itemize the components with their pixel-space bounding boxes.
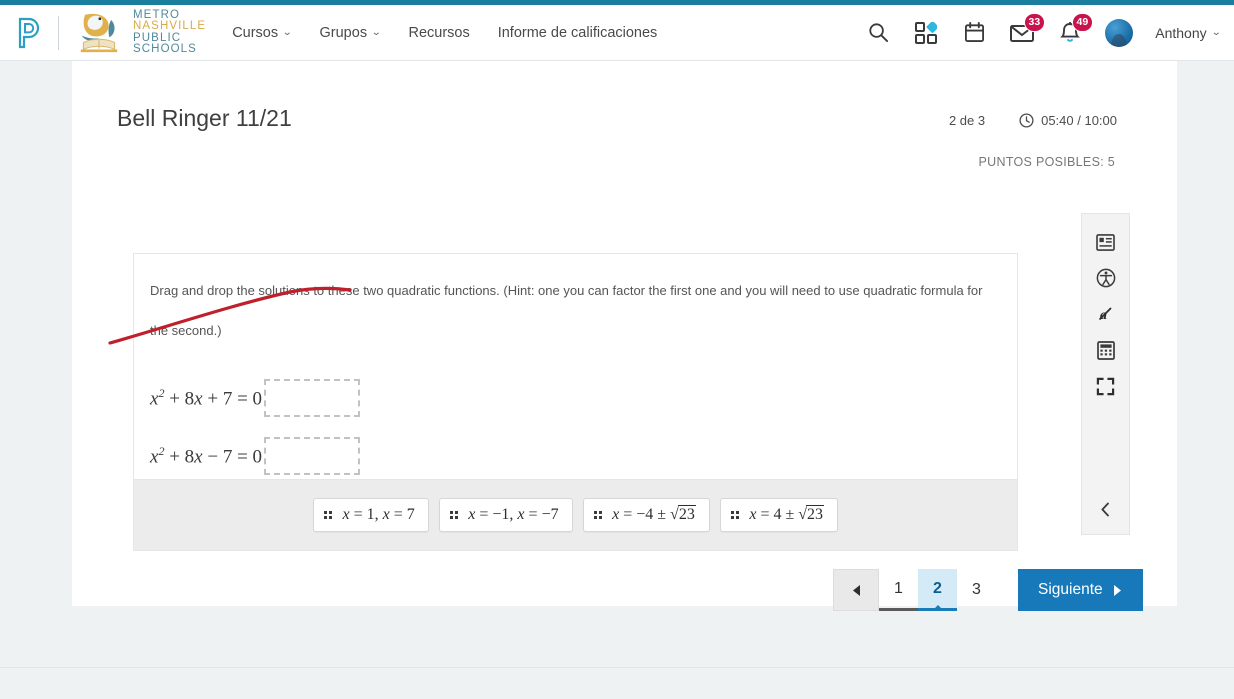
equation-1-expression: x2 + 8x + 7 = 0: [150, 385, 263, 410]
triangle-right-icon: [1113, 584, 1121, 596]
drag-grip-icon: [593, 510, 603, 520]
equation-row: x2 + 8x + 7 = 0: [150, 369, 1017, 427]
search-icon[interactable]: [865, 20, 891, 46]
assignment-header: Bell Ringer 11/21 2 de 3 05:40 / 10:00: [72, 61, 1177, 132]
chevron-down-icon: ⌄: [282, 27, 293, 38]
fullscreen-icon[interactable]: [1089, 368, 1123, 404]
district-line-4: SCHOOLS: [133, 43, 197, 55]
nav-label-recursos: Recursos: [408, 24, 470, 41]
calculator-icon[interactable]: [1089, 332, 1123, 368]
nav-item-informe-de-calificaciones[interactable]: Informe de calificaciones: [498, 25, 658, 41]
equation-row: x2 + 8x − 7 = 0: [150, 427, 1017, 485]
answer-tray: x = 1, x = 7 x = −1, x = −7 x = −4 ± √23…: [133, 479, 1018, 551]
question-prompt: Drag and drop the solutions to these two…: [150, 283, 983, 338]
chevron-left-icon[interactable]: [1089, 494, 1123, 524]
chevron-down-icon: ⌄: [371, 27, 382, 38]
page-footer: Español Soporte | POLÍTICA DE PRIVACIDAD…: [0, 667, 1234, 699]
calendar-icon[interactable]: [961, 20, 987, 46]
accessibility-icon[interactable]: [1089, 260, 1123, 296]
clock-icon: [1019, 113, 1034, 128]
avatar[interactable]: [1105, 18, 1134, 47]
bell-icon[interactable]: 49: [1057, 12, 1094, 46]
assignment-meta: 2 de 3 05:40 / 10:00: [949, 113, 1117, 132]
answer-chip-1-label: x = 1, x = 7: [342, 506, 415, 523]
nav-label-cursos: Cursos: [232, 24, 279, 41]
timer-value: 05:40 / 10:00: [1041, 113, 1117, 128]
answer-chip-3[interactable]: x = −4 ± √23: [582, 498, 710, 532]
user-name-label: Anthony: [1155, 24, 1207, 41]
dropzone-equation-2[interactable]: [264, 437, 361, 475]
drag-grip-icon: [323, 510, 333, 520]
mail-badge: 33: [1023, 12, 1046, 32]
question-panel: Drag and drop the solutions to these two…: [133, 253, 1018, 479]
drag-grip-icon: [449, 510, 459, 520]
envelope-icon[interactable]: 33: [1009, 12, 1046, 46]
district-logo[interactable]: METRO NASHVILLE PUBLIC SCHOOLS: [73, 9, 207, 56]
apps-grid-icon[interactable]: [913, 20, 939, 46]
answer-chip-2-label: x = −1, x = −7: [468, 506, 559, 523]
notification-badge: 49: [1071, 12, 1094, 32]
page-body: Bell Ringer 11/21 2 de 3 05:40 / 10:00 P…: [0, 61, 1234, 699]
next-button-label: Siguiente: [1038, 581, 1103, 598]
page-button-3[interactable]: 3: [957, 569, 996, 611]
nav-label-grupos: Grupos: [319, 24, 368, 41]
dropzone-equation-1[interactable]: [264, 379, 361, 417]
notes-panel-icon[interactable]: [1089, 224, 1123, 260]
app-header: METRO NASHVILLE PUBLIC SCHOOLS Cursos ⌄ …: [0, 5, 1234, 61]
district-crest-icon: [80, 13, 118, 52]
timer: 05:40 / 10:00: [1019, 113, 1117, 128]
page-button-1[interactable]: 1: [879, 569, 918, 611]
page-button-2[interactable]: 2: [918, 569, 957, 611]
header-actions: 33 49 Anthony ⌄: [865, 12, 1222, 47]
drag-grip-icon: [730, 510, 740, 520]
answer-chip-1[interactable]: x = 1, x = 7: [312, 498, 429, 532]
question-progress: 2 de 3: [948, 113, 986, 128]
chevron-down-icon: ⌄: [1210, 27, 1222, 38]
next-button[interactable]: Siguiente: [1018, 569, 1143, 611]
powerschool-logo-icon[interactable]: [16, 16, 46, 50]
triangle-left-icon: [852, 584, 860, 596]
strikethrough-answer-icon[interactable]: a: [1089, 296, 1123, 332]
equation-2-expression: x2 + 8x − 7 = 0: [150, 443, 263, 468]
answer-chip-3-label: x = −4 ± √23: [612, 505, 696, 523]
nav-label-informe: Informe de calificaciones: [497, 24, 658, 41]
nav-item-grupos[interactable]: Grupos ⌄: [319, 24, 382, 41]
answer-chip-2[interactable]: x = −1, x = −7: [438, 498, 573, 532]
page-title: Bell Ringer 11/21: [117, 105, 292, 131]
main-navigation: Cursos ⌄ Grupos ⌄ Recursos Informe de ca…: [232, 25, 657, 41]
answer-chip-4[interactable]: x = 4 ± √23: [719, 498, 839, 532]
pagination: 1 2 3 Siguiente: [833, 569, 1143, 611]
points-possible: PUNTOS POSIBLES: 5: [978, 155, 1115, 169]
user-menu[interactable]: Anthony ⌄: [1155, 24, 1222, 41]
logo-divider: [58, 15, 59, 50]
nav-item-cursos[interactable]: Cursos ⌄: [232, 24, 293, 41]
nav-item-recursos[interactable]: Recursos: [408, 25, 469, 41]
equation-list: x2 + 8x + 7 = 0 x2 + 8x − 7 = 0: [134, 351, 1017, 485]
previous-page-button[interactable]: [833, 569, 879, 611]
answer-chip-4-label: x = 4 ± √23: [749, 505, 825, 523]
district-line-2: NASHVILLE: [133, 20, 207, 32]
tool-rail: a: [1081, 213, 1130, 535]
